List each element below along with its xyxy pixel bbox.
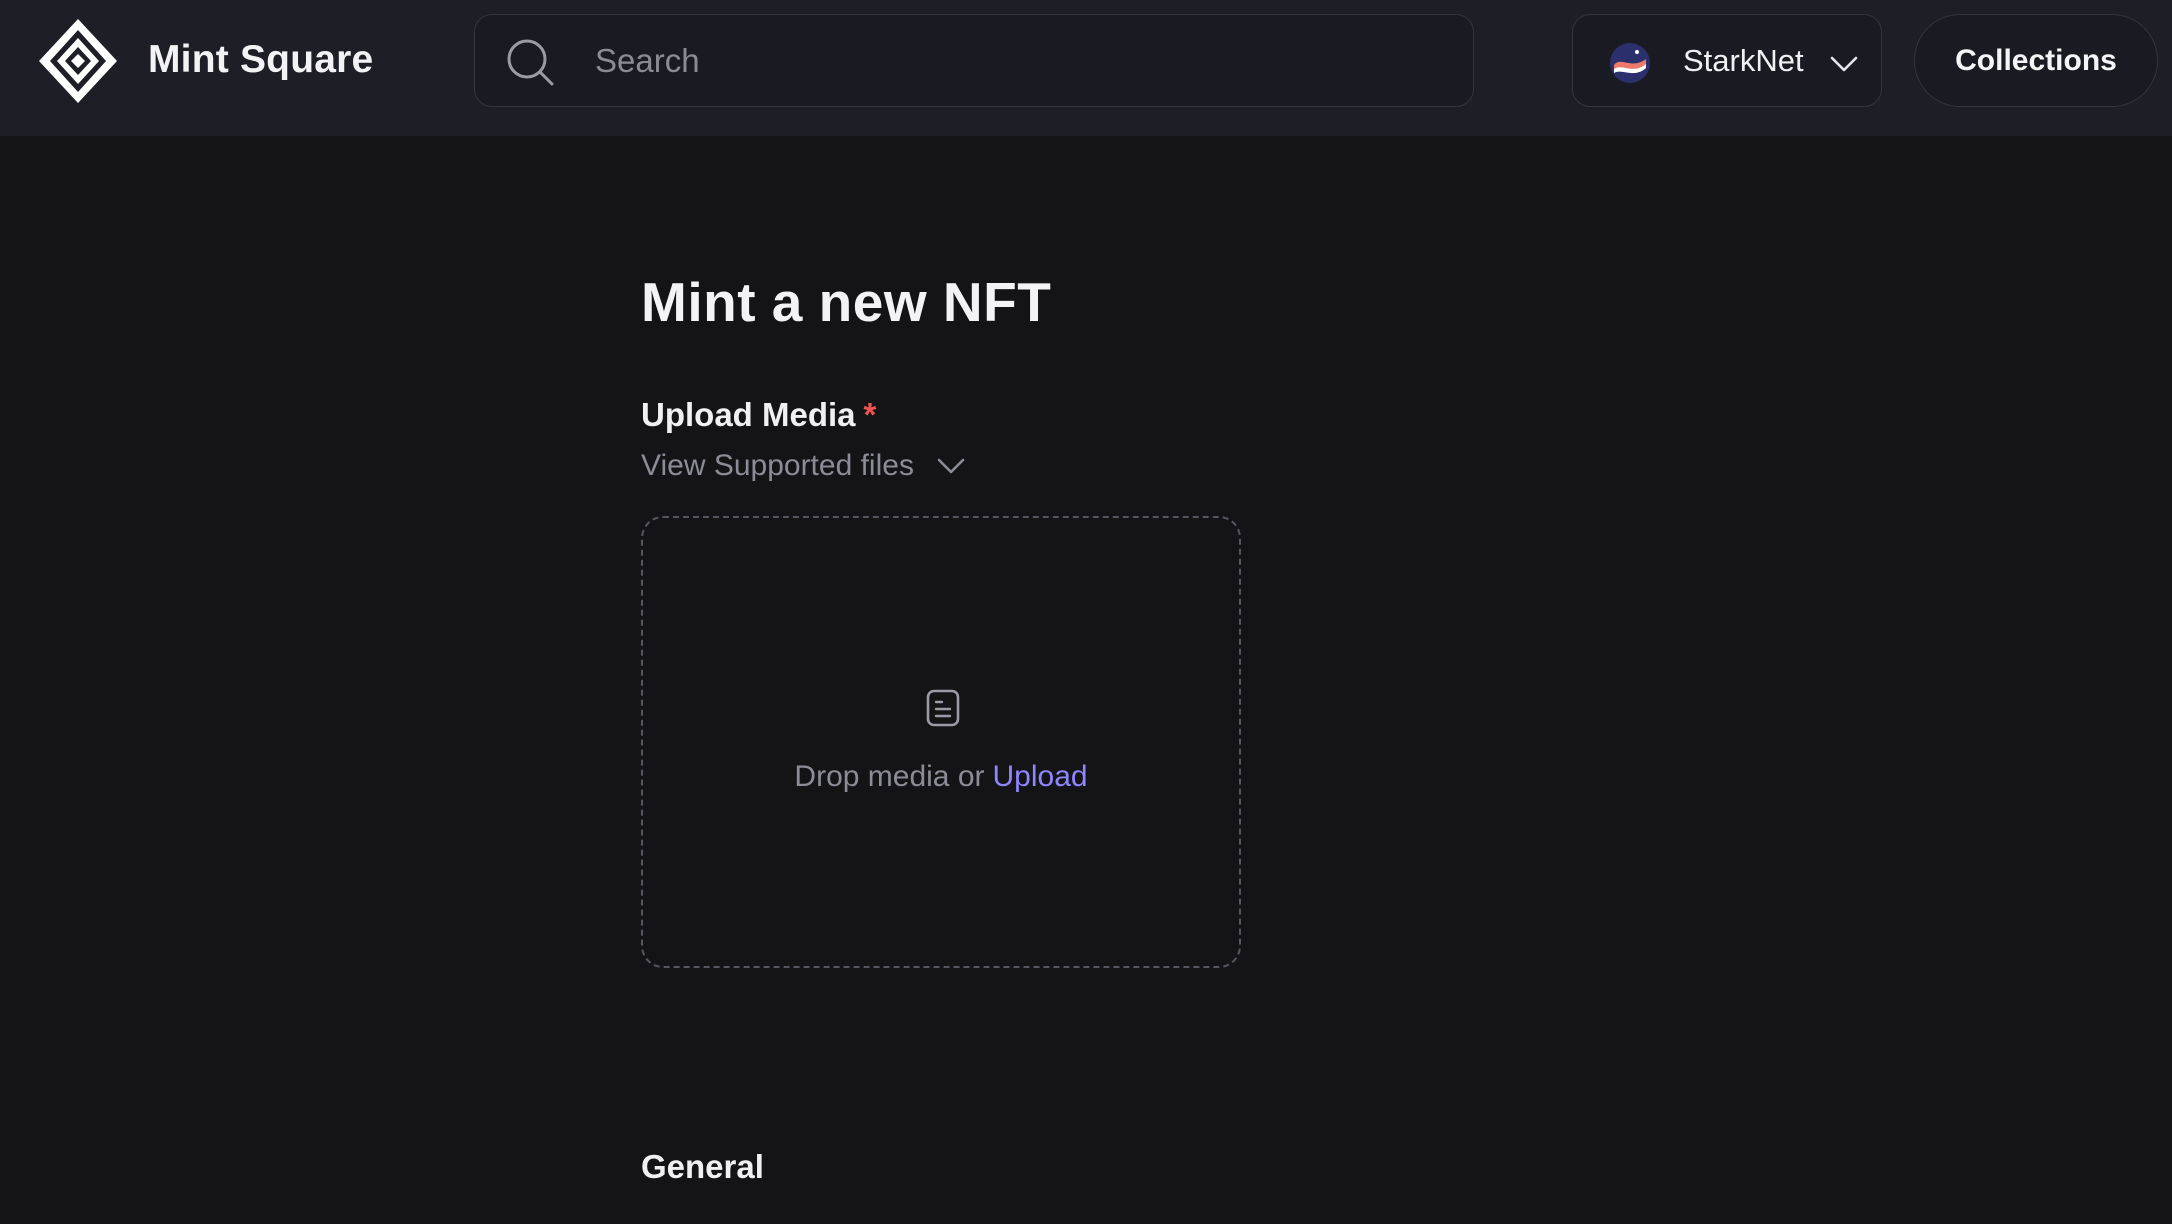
file-icon <box>926 689 960 727</box>
top-navbar: Mint Square StarkNet Collections <box>0 0 2172 136</box>
page-title: Mint a new NFT <box>641 271 1052 333</box>
search-icon <box>507 39 554 86</box>
dropzone-text: Drop media or Upload <box>643 760 1239 794</box>
chevron-down-icon <box>1830 56 1858 72</box>
media-dropzone[interactable]: Drop media or Upload <box>641 516 1241 968</box>
required-asterisk: * <box>863 396 877 433</box>
starknet-icon <box>1610 43 1650 83</box>
upload-media-label: Upload Media * <box>641 396 876 434</box>
network-selector[interactable]: StarkNet <box>1572 14 1882 107</box>
view-supported-files-label: View Supported files <box>641 449 914 482</box>
upload-link[interactable]: Upload <box>993 760 1088 793</box>
search-input[interactable] <box>593 33 1433 89</box>
network-label: StarkNet <box>1683 43 1804 78</box>
search-bar[interactable] <box>474 14 1474 107</box>
chevron-down-icon <box>937 458 965 474</box>
section-heading-general: General <box>641 1148 764 1185</box>
upload-media-label-text: Upload Media <box>641 396 856 433</box>
collections-button[interactable]: Collections <box>1914 14 2158 107</box>
brand-name[interactable]: Mint Square <box>148 38 373 82</box>
view-supported-files-toggle[interactable]: View Supported files <box>641 446 966 486</box>
mint-square-logo-icon[interactable] <box>36 16 120 106</box>
drop-media-text: Drop media or <box>794 760 985 793</box>
